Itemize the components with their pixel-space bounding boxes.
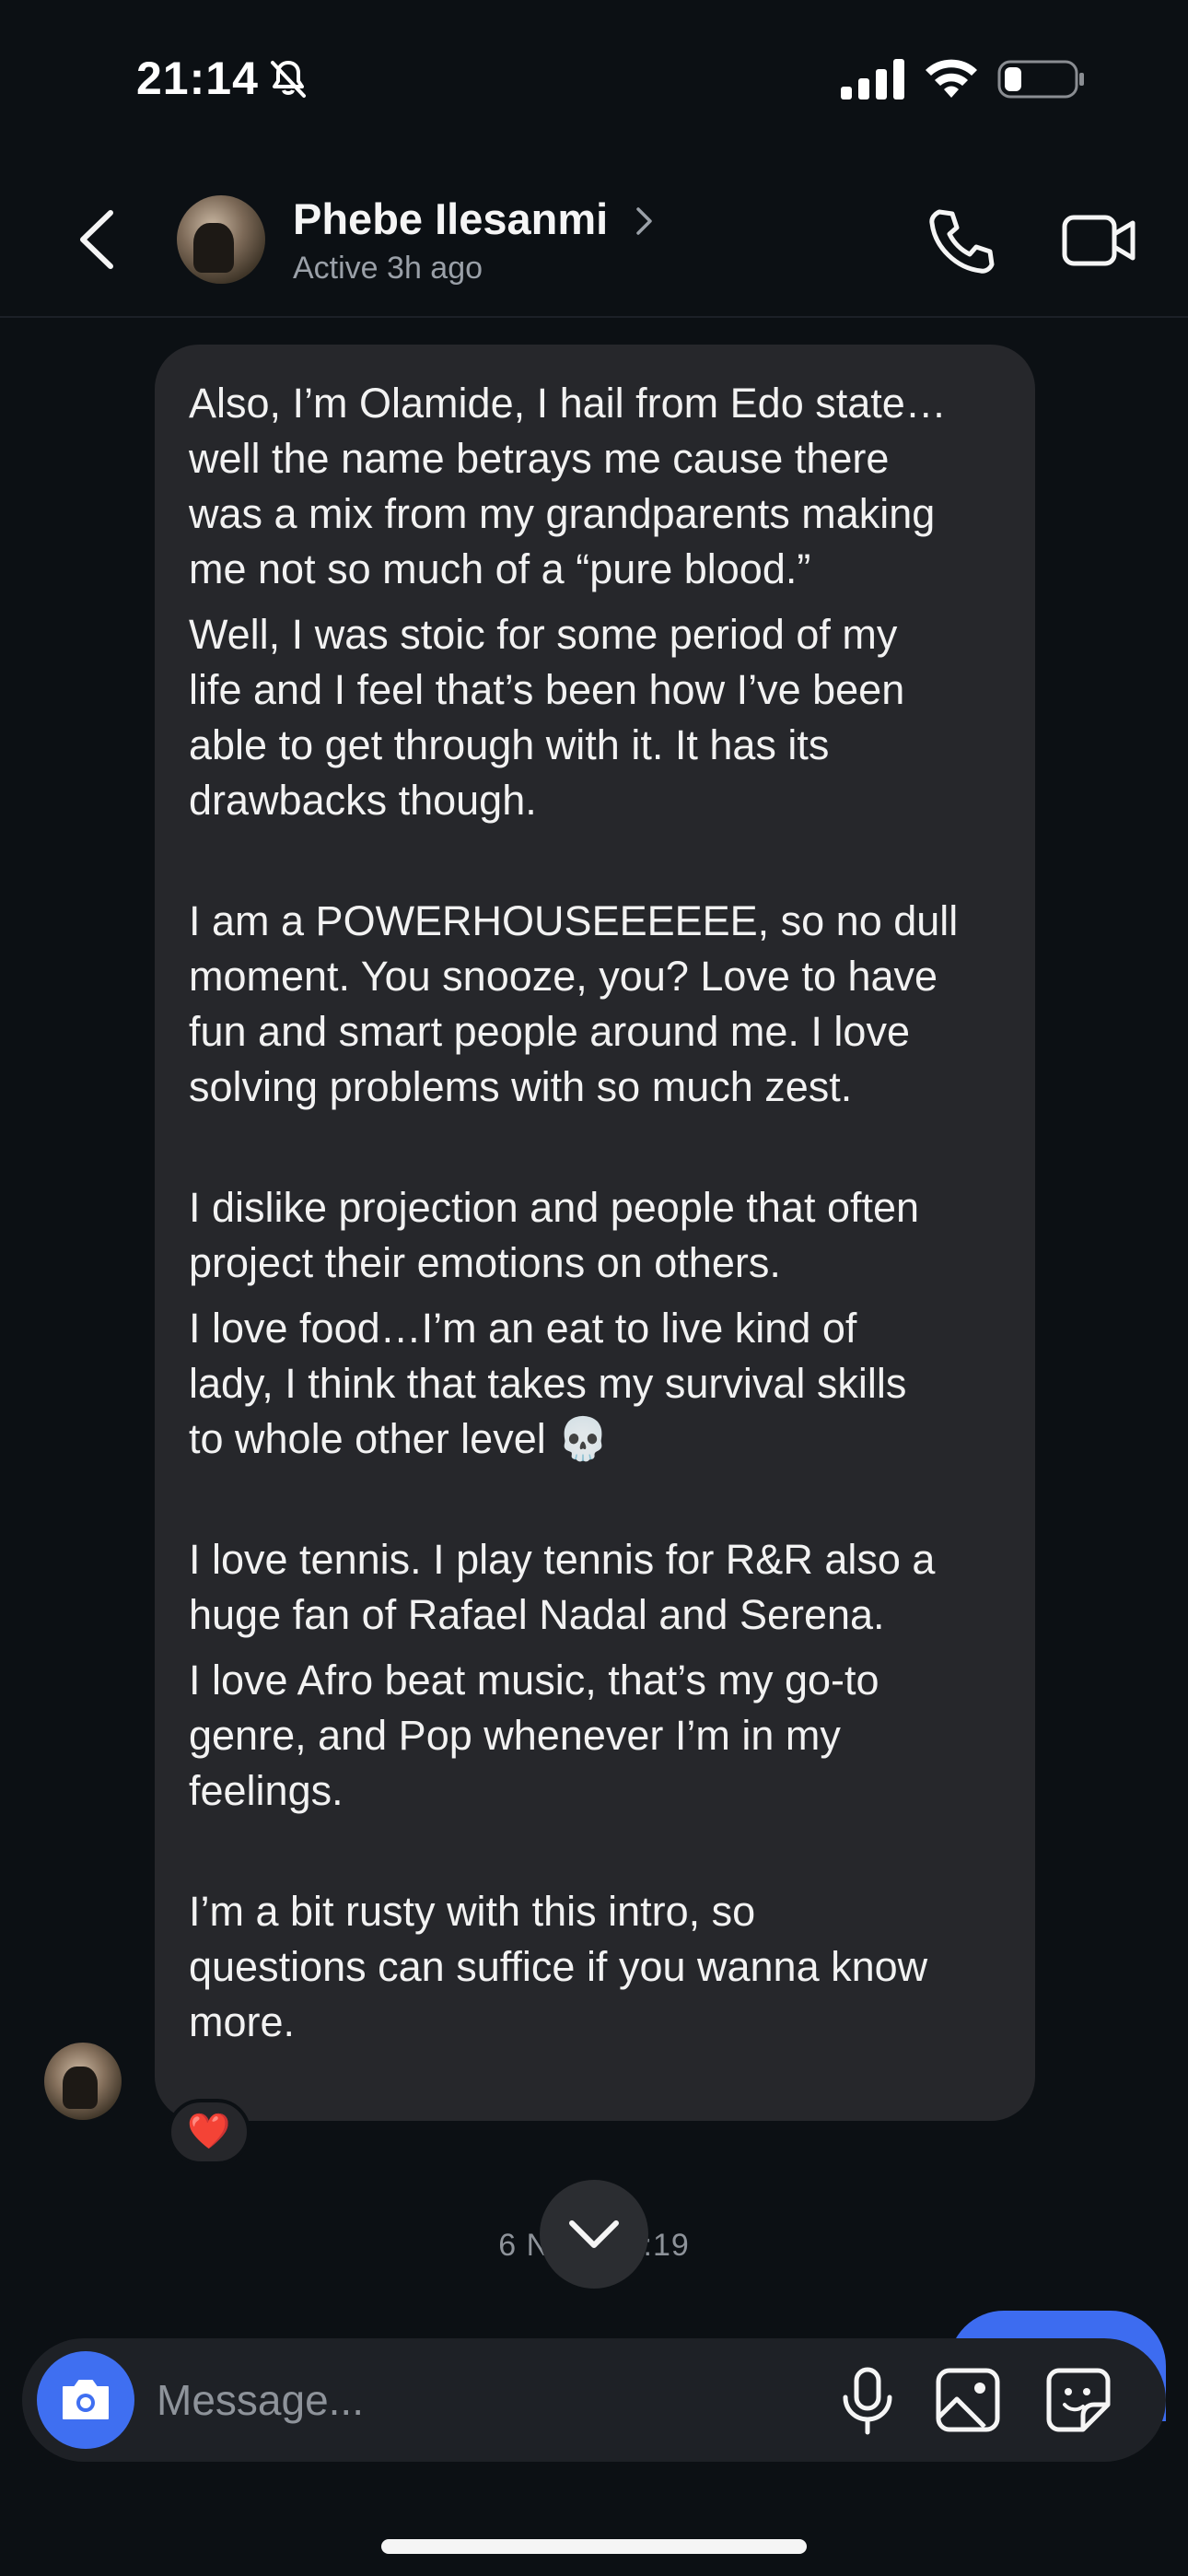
chevron-down-icon: [569, 2220, 619, 2248]
status-time: 21:14: [136, 53, 259, 104]
chevron-right-icon[interactable]: [634, 205, 656, 238]
reaction-badge[interactable]: ❤️: [168, 2099, 250, 2165]
camera-button[interactable]: [37, 2351, 134, 2449]
contact-name[interactable]: Phebe Ilesanmi: [293, 193, 608, 244]
message-paragraph: I love tennis. I play tennis for R&R als…: [189, 1536, 936, 1638]
message-paragraph: Also, I’m Olamide, I hail from Edo state…: [189, 380, 947, 592]
sender-avatar[interactable]: [44, 2043, 122, 2120]
message-paragraph: Well, I was stoic for some period of my …: [189, 611, 905, 824]
message-paragraph: I love food…I’m an eat to live kind of l…: [189, 1305, 907, 1462]
cellular-signal-icon: [841, 59, 904, 100]
sticker-icon[interactable]: [1044, 2366, 1112, 2434]
message-paragraph: I am a POWERHOUSEEEEEE, so no dull momen…: [189, 897, 959, 1110]
status-bar: 21:14: [0, 0, 1188, 157]
chat-header: Phebe Ilesanmi Active 3h ago: [0, 157, 1188, 318]
phone-icon[interactable]: [925, 205, 998, 278]
bell-muted-icon: [271, 61, 306, 98]
contact-status: Active 3h ago: [293, 251, 483, 286]
message-composer: [22, 2338, 1166, 2462]
chat-screen: 21:14 Phebe Ilesanmi Active 3h ago Also,…: [0, 0, 1188, 2576]
camera-icon: [63, 2380, 109, 2419]
message-paragraph: I dislike projection and people that oft…: [189, 1184, 920, 1286]
message-input[interactable]: [157, 2366, 820, 2434]
image-icon[interactable]: [934, 2366, 1002, 2434]
battery-icon: [997, 60, 1084, 99]
scroll-to-bottom-button[interactable]: [540, 2180, 648, 2289]
received-message-bubble[interactable]: Also, I’m Olamide, I hail from Edo state…: [155, 345, 1035, 2121]
video-camera-icon[interactable]: [1061, 208, 1138, 273]
message-paragraph: I love Afro beat music, that’s my go-to …: [189, 1657, 879, 1814]
chevron-left-icon[interactable]: [74, 207, 120, 272]
heart-reaction-icon: ❤️: [187, 2113, 231, 2151]
contact-avatar[interactable]: [177, 195, 265, 284]
home-indicator[interactable]: [381, 2539, 807, 2554]
wifi-icon: [926, 59, 977, 98]
message-paragraph: I’m a bit rusty with this intro, so ques…: [189, 1888, 928, 2045]
microphone-icon[interactable]: [834, 2366, 901, 2436]
